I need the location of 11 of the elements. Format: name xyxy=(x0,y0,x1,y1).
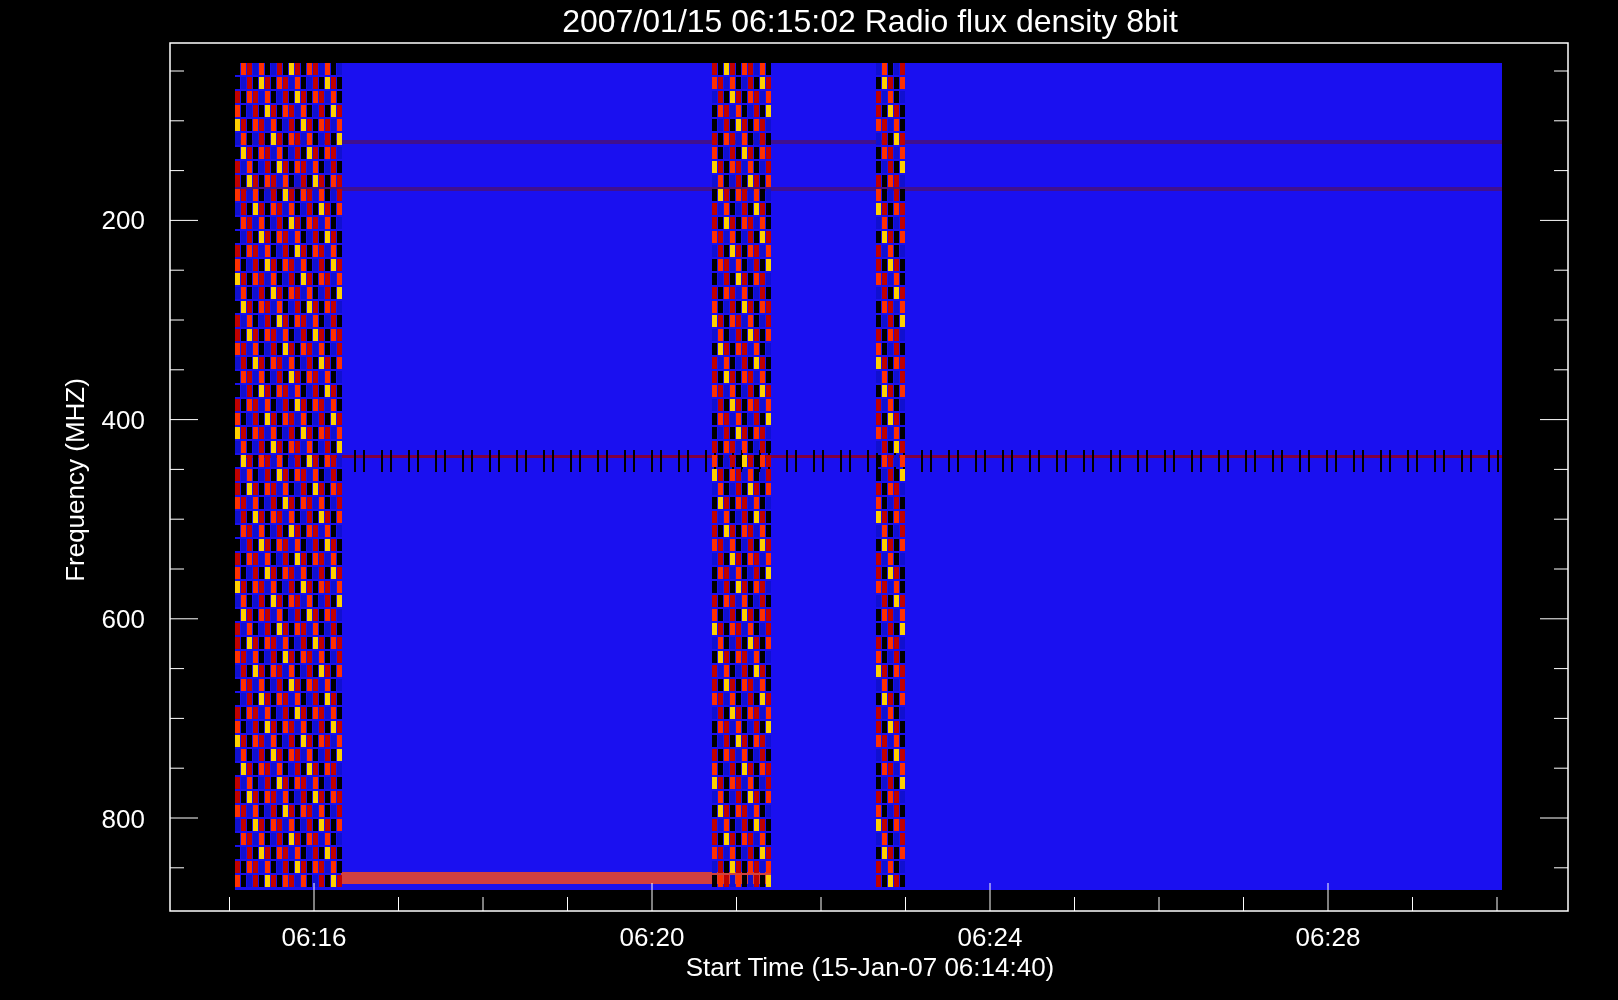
x-tick-label: 06:16 xyxy=(281,922,347,952)
x-tick-label: 06:20 xyxy=(619,922,685,952)
y-tick-label: 800 xyxy=(101,803,145,834)
y-tick-label: 400 xyxy=(101,404,145,435)
x-tick-label: 06:28 xyxy=(1295,922,1361,952)
x-tick-label: 06:24 xyxy=(957,922,1023,952)
y-tick-label: 200 xyxy=(101,205,145,235)
y-axis-label: Frequency (MHZ) xyxy=(60,378,90,582)
x-axis-label: Start Time (15-Jan-07 06:14:40) xyxy=(685,952,1055,982)
chart-title: 2007/01/15 06:15:02 Radio flux density 8bit xyxy=(562,3,1178,39)
y-tick-label: 600 xyxy=(101,604,145,634)
